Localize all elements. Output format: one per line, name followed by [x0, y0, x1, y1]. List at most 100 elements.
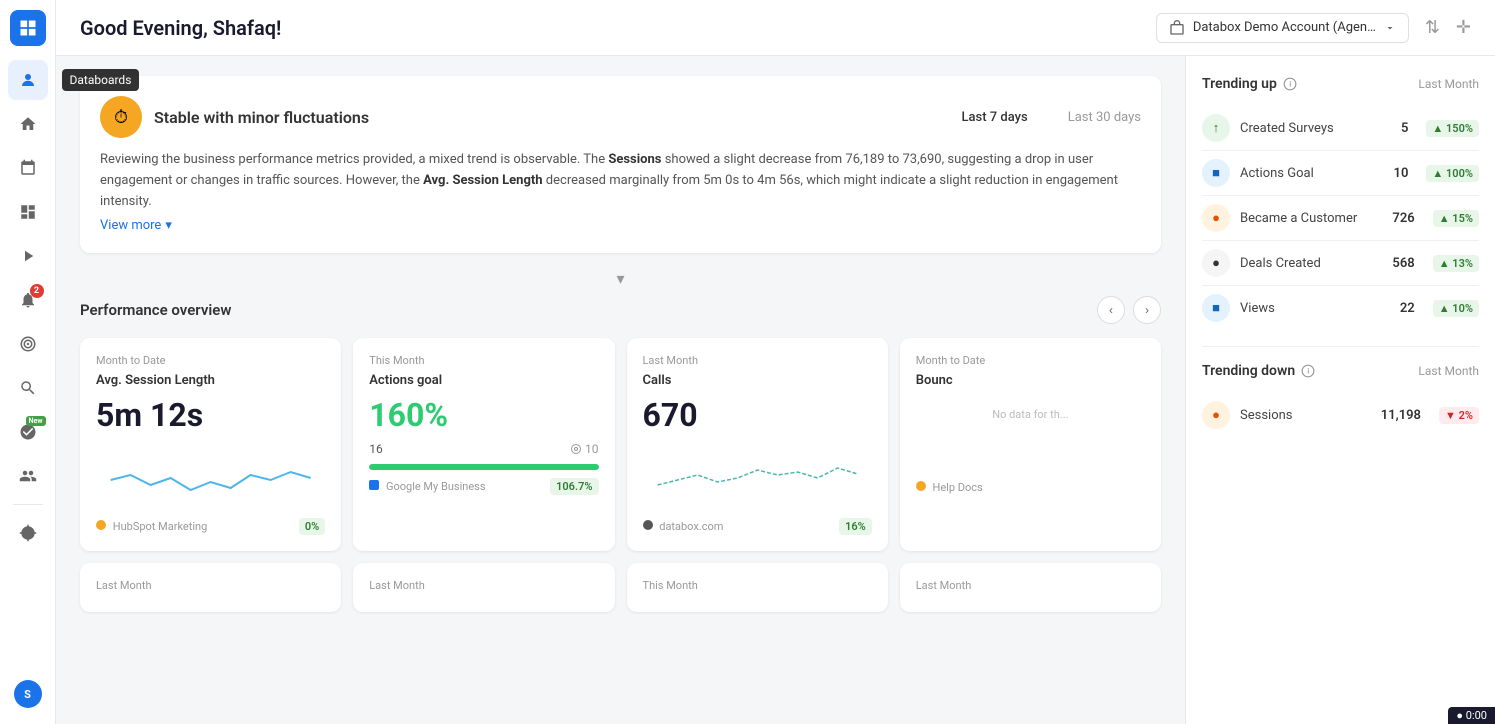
trending-down-label: Trending down i: [1202, 363, 1315, 379]
sidebar-item-alerts[interactable]: 2: [8, 280, 48, 320]
sidebar-item-search[interactable]: [8, 368, 48, 408]
trending-value-created-surveys: 5: [1401, 121, 1408, 136]
trending-value-actions-goal: 10: [1394, 166, 1409, 181]
sort-icon[interactable]: ⇅: [1425, 17, 1440, 38]
chevron-down-icon: [1384, 22, 1396, 34]
trending-change-views: ▲ 10%: [1433, 300, 1479, 317]
ai-card-body: Reviewing the business performance metri…: [100, 150, 1141, 212]
card3-title: Calls: [643, 373, 872, 388]
trending-value-deals-created: 568: [1392, 256, 1414, 271]
trending-item-created-surveys: ↑ Created Surveys 5 ▲ 150%: [1202, 106, 1479, 151]
bottom-card-3: This Month: [627, 563, 888, 612]
trending-item-actions-goal: ■ Actions Goal 10 ▲ 100%: [1202, 151, 1479, 196]
sidebar-item-play[interactable]: [8, 236, 48, 276]
metric-card-bounce: Month to Date Bounc No data for th... He…: [900, 338, 1161, 551]
info-icon-down: i: [1301, 364, 1315, 378]
card2-title: Actions goal: [369, 373, 598, 388]
card4-footer: Help Docs: [916, 481, 1145, 494]
ai-card-header: ⏱ Stable with minor fluctuations Last 7 …: [100, 96, 1141, 138]
period-7days[interactable]: Last 7 days: [962, 110, 1028, 125]
trending-value-views: 22: [1400, 301, 1415, 316]
right-panel: Trending up i Last Month ↑ Created Surve…: [1185, 56, 1495, 724]
card3-period: Last Month: [643, 354, 872, 367]
trending-item-sessions: ● Sessions 11,198 ▼ 2%: [1202, 393, 1479, 437]
created-surveys-icon: ↑: [1202, 114, 1230, 142]
card2-current: 16: [369, 442, 383, 456]
sidebar-item-databoards[interactable]: [8, 192, 48, 232]
trending-name-sessions: Sessions: [1240, 408, 1371, 423]
trending-change-sessions: ▼ 2%: [1439, 407, 1479, 424]
card3-source: databox.com: [643, 520, 724, 533]
sidebar-item-calendar[interactable]: [8, 148, 48, 188]
bottom-bar: ● 0:00: [1448, 707, 1495, 724]
card1-sparkline: [96, 450, 325, 500]
perf-prev-button[interactable]: ‹: [1097, 296, 1125, 324]
ai-card-period: Last 7 days Last 30 days: [962, 110, 1141, 125]
sidebar-item-team[interactable]: [8, 456, 48, 496]
card2-goal-icon: 10: [570, 442, 599, 456]
ai-card-title: Stable with minor fluctuations: [154, 108, 369, 127]
trending-item-views: ■ Views 22 ▲ 10%: [1202, 286, 1479, 330]
trending-value-sessions: 11,198: [1381, 408, 1421, 423]
sidebar-item-user[interactable]: Databoards: [8, 60, 48, 100]
account-selector[interactable]: Databox Demo Account (Agen…: [1156, 13, 1409, 43]
actions-goal-icon: ■: [1202, 159, 1230, 187]
card2-period: This Month: [369, 354, 598, 367]
content-area: ⏱ Stable with minor fluctuations Last 7 …: [56, 56, 1495, 724]
trending-change-created-surveys: ▲ 150%: [1426, 120, 1479, 137]
card2-source: Google My Business: [369, 480, 485, 493]
page-greeting: Good Evening, Shafaq!: [80, 16, 1140, 40]
card3-sparkline: [643, 450, 872, 500]
card3-footer: databox.com 16%: [643, 518, 872, 535]
trending-item-became-customer: ● Became a Customer 726 ▲ 15%: [1202, 196, 1479, 241]
trending-change-deals-created: ▲ 13%: [1433, 255, 1479, 272]
card1-period: Month to Date: [96, 354, 325, 367]
sidebar-item-home[interactable]: [8, 104, 48, 144]
card2-progress: [369, 464, 598, 470]
card1-footer: HubSpot Marketing 0%: [96, 518, 325, 535]
trending-down-period: Last Month: [1418, 364, 1479, 378]
chevron-down-icon: ▾: [165, 218, 172, 233]
sessions-icon: ●: [1202, 401, 1230, 429]
center-panel: ⏱ Stable with minor fluctuations Last 7 …: [56, 56, 1185, 724]
trending-name-became-customer: Became a Customer: [1240, 211, 1382, 226]
info-icon: i: [1283, 77, 1297, 91]
trending-change-actions-goal: ▲ 100%: [1426, 165, 1479, 182]
view-more-button[interactable]: View more ▾: [100, 218, 1141, 233]
databox-logo-icon[interactable]: [10, 10, 46, 46]
bottom-card-1: Last Month: [80, 563, 341, 612]
perf-nav: ‹ ›: [1097, 296, 1161, 324]
ai-icon: ⏱: [100, 96, 142, 138]
trending-name-created-surveys: Created Surveys: [1240, 121, 1391, 136]
sidebar-item-profile[interactable]: S: [8, 674, 48, 714]
topbar: Good Evening, Shafaq! Databox Demo Accou…: [56, 0, 1495, 56]
trending-name-actions-goal: Actions Goal: [1240, 166, 1384, 181]
trending-up-period: Last Month: [1418, 77, 1479, 91]
deals-created-icon: ●: [1202, 249, 1230, 277]
card1-badge: 0%: [299, 518, 325, 535]
metric-card-calls: Last Month Calls 670 databox.com 16%: [627, 338, 888, 551]
topbar-icons: ⇅ ✛: [1425, 17, 1471, 38]
sidebar-item-settings[interactable]: [8, 513, 48, 553]
performance-title: Performance overview: [80, 301, 231, 319]
sidebar-item-new-feature[interactable]: New: [8, 412, 48, 452]
trending-up-label: Trending up i: [1202, 76, 1297, 92]
ai-summary-card: ⏱ Stable with minor fluctuations Last 7 …: [80, 76, 1161, 253]
sidebar-item-goals[interactable]: [8, 324, 48, 364]
perf-next-button[interactable]: ›: [1133, 296, 1161, 324]
bottom-card-2: Last Month: [353, 563, 614, 612]
collapse-button[interactable]: ▾: [80, 269, 1161, 288]
pin-icon[interactable]: ✛: [1456, 17, 1471, 38]
trending-item-deals-created: ● Deals Created 568 ▲ 13%: [1202, 241, 1479, 286]
account-name: Databox Demo Account (Agen…: [1193, 20, 1376, 35]
main-area: Good Evening, Shafaq! Databox Demo Accou…: [56, 0, 1495, 724]
metric-card-actions-goal: This Month Actions goal 160% 16 10: [353, 338, 614, 551]
card4-no-data: No data for th...: [916, 408, 1145, 421]
card2-badge: 106.7%: [550, 478, 598, 495]
svg-text:i: i: [1289, 80, 1291, 88]
card1-title: Avg. Session Length: [96, 373, 325, 388]
metric-cards-grid: Month to Date Avg. Session Length 5m 12s…: [80, 338, 1161, 551]
trending-up-items: ↑ Created Surveys 5 ▲ 150% ■ Actions Goa…: [1202, 106, 1479, 330]
period-30days[interactable]: Last 30 days: [1068, 110, 1141, 125]
card4-title: Bounc: [916, 373, 1145, 388]
